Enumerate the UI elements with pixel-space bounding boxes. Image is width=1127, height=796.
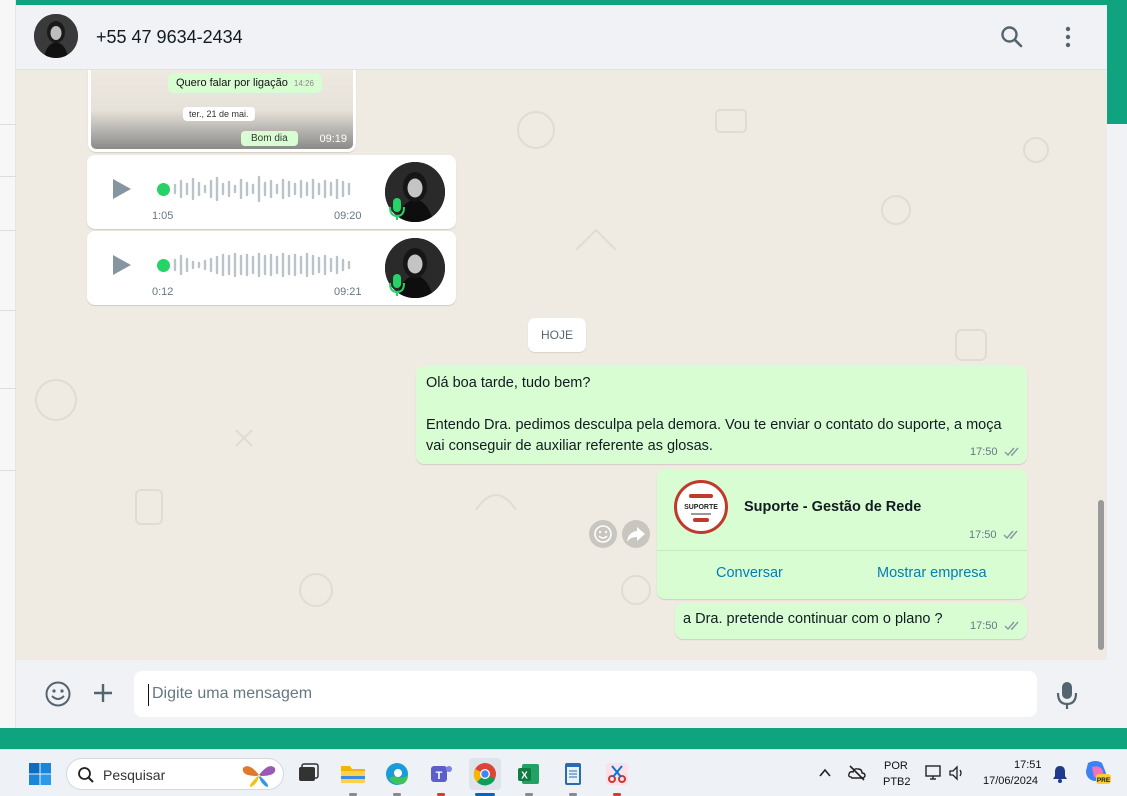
taskbar-search[interactable]: Pesquisar	[66, 758, 284, 790]
message-time: 09:21	[334, 286, 362, 298]
message-meta: 17:50	[969, 529, 1021, 541]
network-icon[interactable]	[924, 764, 944, 782]
file-explorer-icon[interactable]	[337, 758, 369, 796]
contact-chat-button[interactable]: Conversar	[716, 565, 783, 581]
audio-waveform[interactable]	[171, 251, 357, 279]
svg-text:PRE: PRE	[1097, 777, 1111, 784]
message-time: 17:50	[970, 620, 998, 632]
messages-pane[interactable]: Quero falar por ligação 14:26 ter., 21 de…	[16, 70, 1107, 660]
message-input[interactable]	[134, 671, 1037, 717]
mic-icon	[389, 273, 405, 297]
plus-icon[interactable]	[91, 681, 115, 705]
text-caret	[148, 684, 149, 706]
outgoing-message[interactable]: a Dra. pretende continuar com o plano ? …	[675, 603, 1027, 639]
image-inner-bubble-2: Bom dia	[241, 131, 298, 146]
audio-message[interactable]: 0:12 09:21	[87, 231, 456, 305]
message-time: 09:19	[319, 133, 347, 145]
react-emoji-icon[interactable]	[589, 520, 617, 548]
audio-progress-handle[interactable]	[157, 183, 170, 196]
chat-header: +55 47 9634-2434	[16, 5, 1107, 70]
svg-text:T: T	[436, 770, 443, 782]
task-view-icon[interactable]	[292, 758, 324, 790]
message-time: 17:50	[969, 529, 997, 541]
taskbar: Pesquisar T X POR PTB2 17:51 17/06/2024 …	[0, 749, 1127, 796]
forward-icon[interactable]	[622, 520, 650, 548]
contact-card-message[interactable]: SUPORTE Suporte - Gestão de Rede 17:50 C…	[657, 469, 1027, 599]
message-time: 09:20	[334, 210, 362, 222]
search-icon[interactable]	[998, 23, 1026, 51]
contact-name[interactable]: +55 47 9634-2434	[96, 27, 243, 48]
play-icon[interactable]	[109, 253, 133, 277]
contact-card-name: Suporte - Gestão de Rede	[744, 499, 922, 515]
volume-icon[interactable]	[947, 764, 967, 782]
message-time: 17:50	[970, 446, 998, 458]
message-composer	[16, 660, 1107, 728]
contact-avatar[interactable]	[34, 14, 78, 58]
chevron-up-icon[interactable]	[818, 766, 832, 780]
menu-dots-icon[interactable]	[1054, 23, 1082, 51]
double-check-icon	[1003, 530, 1018, 540]
chrome-icon[interactable]	[469, 758, 501, 796]
outgoing-message[interactable]: Olá boa tarde, tudo bem? Entendo Dra. pe…	[416, 366, 1027, 464]
scrollbar[interactable]	[1098, 500, 1104, 650]
mic-icon[interactable]	[1056, 680, 1078, 710]
divider	[657, 550, 1027, 551]
audio-duration: 0:12	[152, 286, 174, 298]
teams-icon[interactable]: T	[425, 758, 457, 796]
edge-browser-icon[interactable]	[381, 758, 413, 796]
excel-icon[interactable]: X	[513, 758, 545, 796]
image-inner-date: ter., 21 de mai.	[183, 107, 255, 121]
background-window-edge	[0, 0, 16, 728]
message-meta: 17:50	[970, 620, 1022, 632]
clock-date[interactable]: 17/06/2024	[983, 775, 1038, 787]
input-language[interactable]: POR	[884, 760, 908, 772]
audio-progress-handle[interactable]	[157, 259, 170, 272]
background-window-edge-right	[1107, 0, 1127, 728]
keyboard-layout[interactable]: PTB2	[883, 776, 911, 788]
emoji-icon[interactable]	[44, 680, 72, 708]
search-icon	[78, 767, 94, 783]
message-text: a Dra. pretende continuar com o plano ?	[683, 611, 943, 627]
double-check-icon	[1004, 447, 1019, 457]
notification-bell-icon[interactable]	[1051, 764, 1069, 784]
contact-card-avatar[interactable]: SUPORTE	[674, 480, 728, 534]
notepad-icon[interactable]	[557, 758, 589, 796]
audio-waveform[interactable]	[171, 175, 357, 203]
onedrive-offline-icon[interactable]	[847, 763, 867, 783]
taskbar-search-label: Pesquisar	[103, 767, 166, 783]
mic-icon	[389, 197, 405, 221]
svg-text:X: X	[521, 771, 528, 782]
message-text: Olá boa tarde, tudo bem? Entendo Dra. pe…	[426, 375, 1002, 454]
message-meta: 17:50	[970, 446, 1022, 458]
play-icon[interactable]	[109, 177, 133, 201]
double-check-icon	[1004, 621, 1019, 631]
image-inner-bubble: Quero falar por ligação 14:26	[168, 73, 322, 93]
image-message[interactable]: Quero falar por ligação 14:26 ter., 21 de…	[88, 70, 356, 152]
butterfly-icon	[242, 766, 276, 787]
show-business-button[interactable]: Mostrar empresa	[877, 565, 987, 581]
audio-message[interactable]: 1:05 09:20	[87, 155, 456, 229]
clock-time[interactable]: 17:51	[1014, 759, 1042, 771]
snipping-tool-icon[interactable]	[601, 758, 633, 796]
windows-start-icon[interactable]	[28, 762, 52, 786]
audio-duration: 1:05	[152, 210, 174, 222]
svg-text:SUPORTE: SUPORTE	[684, 504, 718, 511]
date-divider: HOJE	[528, 318, 586, 352]
copilot-icon[interactable]: PRE	[1082, 759, 1112, 787]
